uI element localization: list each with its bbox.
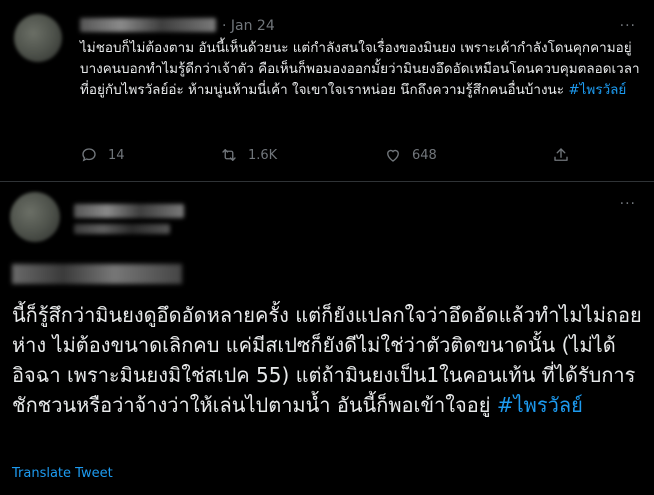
retweet-button[interactable]: 1.6K <box>220 146 277 164</box>
like-icon <box>387 149 399 162</box>
author-handle-blurred[interactable] <box>74 224 170 234</box>
share-button[interactable] <box>552 146 570 164</box>
reply-icon <box>82 148 96 162</box>
hashtag-link[interactable]: #ไพรวัลย์ <box>568 82 626 98</box>
avatar-blurred[interactable] <box>14 14 62 62</box>
tweet-parent: · Jan 24 ··· ไม่ชอบก็ไม่ต้องตาม อันนี้เห… <box>0 0 654 180</box>
like-count: 648 <box>412 147 437 163</box>
tweet-body: นี้ก็รู้สึกว่ามินยงดูอึดอัดหลายครั้ง แต่… <box>12 300 648 420</box>
like-button[interactable]: 648 <box>384 146 437 164</box>
more-icon[interactable]: ··· <box>620 18 636 34</box>
translate-tweet-link[interactable]: Translate Tweet <box>12 466 113 481</box>
retweet-icon <box>222 149 236 161</box>
share-icon <box>554 148 568 161</box>
replying-to-blurred <box>12 264 182 284</box>
hashtag-link[interactable]: #ไพรวัลย์ <box>497 393 583 417</box>
more-icon[interactable]: ··· <box>620 196 636 212</box>
retweet-count: 1.6K <box>248 147 278 163</box>
author-name-blurred[interactable] <box>74 204 184 218</box>
author-name-blurred[interactable] <box>80 18 216 32</box>
avatar-blurred[interactable] <box>10 192 60 242</box>
reply-button[interactable]: 14 <box>80 146 125 164</box>
tweet-divider <box>0 181 654 182</box>
tweet-actions: 14 1.6K 648 <box>80 146 600 168</box>
tweet-text: ไม่ชอบก็ไม่ต้องตาม อันนี้เห็นด้วยนะ แต่ก… <box>80 40 640 98</box>
tweet-body: ไม่ชอบก็ไม่ต้องตาม อันนี้เห็นด้วยนะ แต่ก… <box>80 38 640 101</box>
reply-count: 14 <box>108 147 125 163</box>
tweet-date[interactable]: · Jan 24 <box>222 18 275 34</box>
